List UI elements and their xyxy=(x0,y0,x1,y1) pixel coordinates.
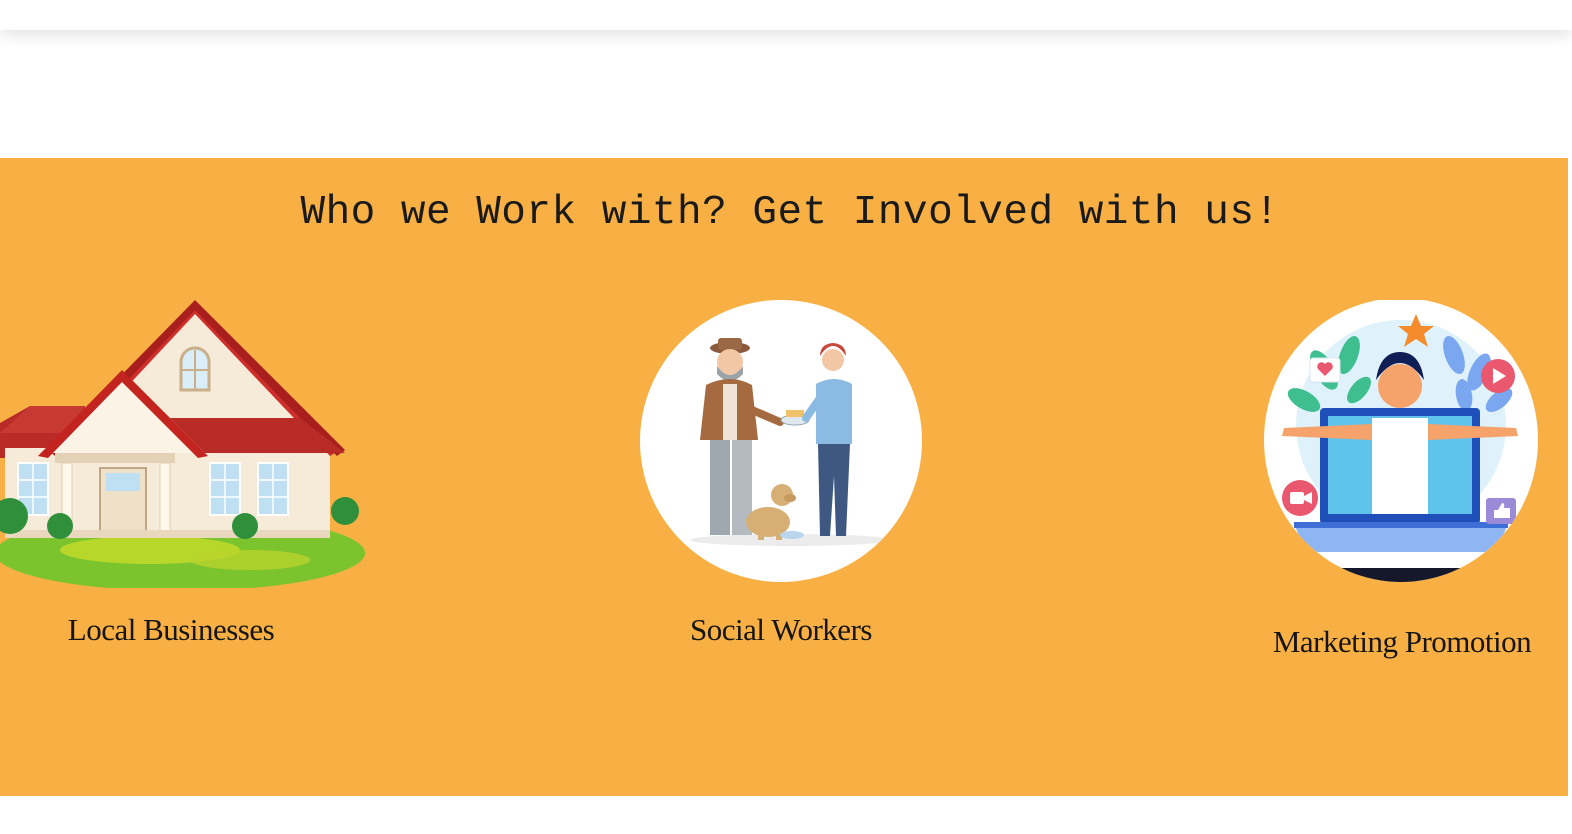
social-workers-illustration xyxy=(640,300,922,582)
card-social-workers: Social Workers xyxy=(640,300,922,660)
card-marketing-promotion: Marketing Promotion xyxy=(1262,300,1542,680)
who-we-work-with-section: Who we Work with? Get Involved with us! xyxy=(0,158,1568,796)
card-local-businesses: Local Businesses xyxy=(0,298,370,658)
card-label: Social Workers xyxy=(690,612,872,647)
house-illustration xyxy=(0,300,365,588)
marketing-promotion-illustration xyxy=(1264,300,1538,582)
top-navbar xyxy=(0,0,1572,30)
spacer xyxy=(0,30,1572,158)
card-label: Local Businesses xyxy=(67,612,275,647)
section-heading: Who we Work with? Get Involved with us! xyxy=(300,190,1280,236)
card-label: Marketing Promotion xyxy=(1272,624,1532,659)
